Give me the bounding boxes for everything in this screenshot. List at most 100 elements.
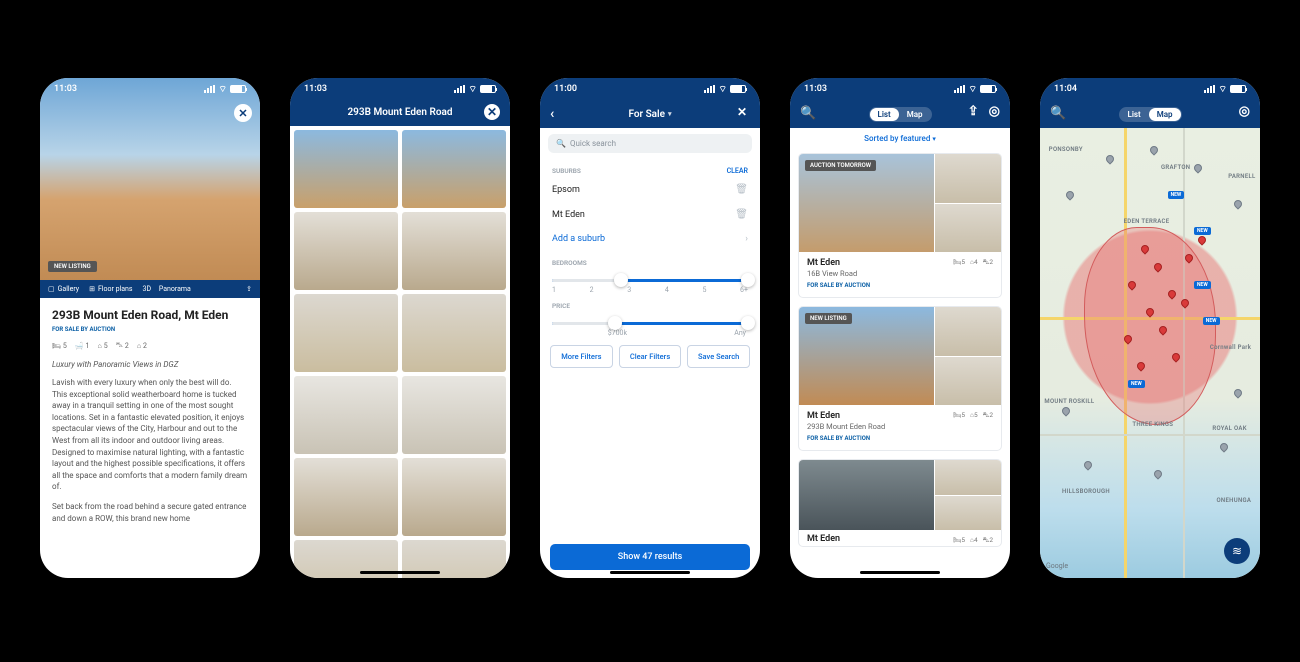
other-pin[interactable] [1065, 189, 1076, 200]
slider-knob-min[interactable] [614, 273, 628, 287]
search-input[interactable]: 🔍 Quick search [548, 134, 752, 153]
car-icon: ⛍2 [983, 536, 993, 545]
back-button[interactable]: ‹ [550, 106, 554, 122]
other-pin[interactable] [1153, 468, 1164, 479]
gallery-tile[interactable] [402, 130, 506, 208]
other-pin[interactable] [1232, 387, 1243, 398]
other-pin[interactable] [1192, 162, 1203, 173]
other-pin[interactable] [1232, 198, 1243, 209]
bedrooms-slider[interactable]: 1 2 3 4 5 6+ [540, 269, 760, 294]
share-icon[interactable]: ⇪ [968, 104, 979, 119]
new-tag[interactable]: NEW [1168, 191, 1185, 199]
close-button[interactable]: ✕ [234, 104, 252, 122]
filters-body: 🔍 Quick search SUBURBS CLEAR Epsom 🗑 Mt … [540, 128, 760, 578]
map-layers-button[interactable]: ≋ [1224, 538, 1250, 564]
clear-suburbs[interactable]: CLEAR [727, 167, 748, 175]
new-tag[interactable]: NEW [1194, 227, 1211, 235]
hero-image[interactable]: ✕ NEW LISTING [40, 78, 260, 280]
save-search-button[interactable]: Save Search [687, 345, 750, 368]
list-map-toggle[interactable]: List Map [1119, 107, 1182, 122]
gallery-tile[interactable] [294, 212, 398, 290]
new-tag[interactable]: NEW [1203, 317, 1220, 325]
listing-card[interactable]: AUCTION TOMORROW 🛏5 ⌂4 ⛍2 Mt Eden 16B Vi… [798, 153, 1002, 298]
gallery-button[interactable]: ▢Gallery [48, 285, 79, 293]
search-icon[interactable]: 🔍 [800, 106, 816, 121]
new-tag[interactable]: NEW [1128, 380, 1145, 388]
map-view[interactable]: PONSONBY GRAFTON PARNELL EDEN TERRACE MO… [1040, 128, 1260, 578]
listing-address: 293B Mount Eden Road [807, 422, 993, 431]
listing-images[interactable]: NEW LISTING [799, 307, 1001, 405]
floorplans-button[interactable]: ⊞Floor plans [89, 285, 132, 293]
search-icon[interactable]: 🔍 [1050, 106, 1066, 121]
gallery-tile[interactable] [294, 130, 398, 208]
panorama-button[interactable]: 3D Panorama [143, 285, 191, 293]
signal-icon [704, 85, 716, 93]
map-label: PARNELL [1228, 173, 1255, 180]
toggle-map[interactable]: Map [1149, 108, 1181, 121]
listing-images[interactable]: AUCTION TOMORROW [799, 154, 1001, 252]
delete-icon[interactable]: 🗑 [735, 184, 748, 195]
status-icons: ⌔ [204, 84, 246, 95]
profile-icon[interactable]: ◎ [1239, 104, 1250, 119]
gallery-tile[interactable] [294, 458, 398, 536]
listing-pin[interactable] [1197, 234, 1208, 245]
gallery-tile[interactable] [402, 212, 506, 290]
listing-card[interactable]: NEW LISTING 🛏5 ⌂5 ⛍2 Mt Eden 293B Mount … [798, 306, 1002, 451]
profile-icon[interactable]: ◎ [989, 104, 1000, 119]
status-icons: ⌔ [1204, 84, 1246, 95]
slider-knob-max[interactable] [741, 316, 755, 330]
chevron-down-icon[interactable]: ▾ [668, 110, 672, 118]
status-time: 11:03 [804, 84, 827, 94]
clear-filters-button[interactable]: Clear Filters [619, 345, 682, 368]
gallery-tile[interactable] [294, 294, 398, 372]
add-suburb-button[interactable]: Add a suburb › [540, 227, 760, 251]
sort-button[interactable]: Sorted by featured ▾ [790, 128, 1010, 149]
map-label: GRAFTON [1161, 164, 1190, 171]
car-icon: ⛍ [116, 341, 123, 350]
list-map-toggle[interactable]: List Map [869, 107, 932, 122]
toggle-map[interactable]: Map [899, 108, 931, 121]
home-indicator [360, 571, 440, 574]
more-filters-button[interactable]: More Filters [550, 345, 613, 368]
gallery-tile[interactable] [402, 376, 506, 454]
filters-title: For Sale [628, 109, 665, 120]
map-label: PONSONBY [1049, 146, 1083, 153]
gallery-tile[interactable] [402, 294, 506, 372]
show-results-button[interactable]: Show 47 results [550, 544, 750, 570]
battery-icon [1230, 85, 1246, 93]
home-indicator [610, 571, 690, 574]
other-pin[interactable] [1104, 153, 1115, 164]
slider-knob-max[interactable] [741, 273, 755, 287]
gallery-grid[interactable] [290, 126, 510, 579]
toggle-list[interactable]: List [1120, 108, 1149, 121]
close-button[interactable]: ✕ [734, 104, 750, 120]
other-pin[interactable] [1148, 144, 1159, 155]
price-min: $700k [608, 329, 627, 337]
gallery-tile[interactable] [402, 458, 506, 536]
screen-results-list: 11:03 ⌔ 🔍 List Map ⇪ ◎ Sorted by feature… [790, 78, 1010, 578]
listing-images[interactable] [799, 460, 1001, 530]
other-pin[interactable] [1060, 405, 1071, 416]
living-icon: ⌂5 [970, 411, 978, 420]
map-label: THREE KINGS [1132, 421, 1173, 428]
share-button[interactable]: ⇪ [246, 285, 252, 293]
status-bar: 11:03 ⌔ [790, 78, 1010, 100]
status-icons: ⌔ [454, 84, 496, 95]
status-bar: 11:03 ⌔ [290, 78, 510, 100]
mini-specs: 🛏5 ⌂5 ⛍2 [953, 411, 993, 420]
new-tag[interactable]: NEW [1194, 281, 1211, 289]
other-pin[interactable] [1219, 441, 1230, 452]
search-placeholder: Quick search [570, 139, 616, 148]
delete-icon[interactable]: 🗑 [735, 209, 748, 220]
close-button[interactable]: ✕ [484, 104, 500, 120]
gallery-tile[interactable] [294, 376, 398, 454]
price-slider[interactable]: $700k Any [540, 312, 760, 337]
listing-card[interactable]: 🛏5 ⌂4 ⛍2 Mt Eden [798, 459, 1002, 547]
slider-knob-min[interactable] [608, 316, 622, 330]
living-icon: ⌂ [97, 342, 101, 350]
toggle-list[interactable]: List [870, 108, 899, 121]
spec-bath: 🛁1 [75, 341, 90, 350]
other-pin[interactable] [1082, 459, 1093, 470]
bed-icon: 🛏5 [953, 536, 965, 545]
listing-label: AUCTION TOMORROW [805, 160, 876, 171]
